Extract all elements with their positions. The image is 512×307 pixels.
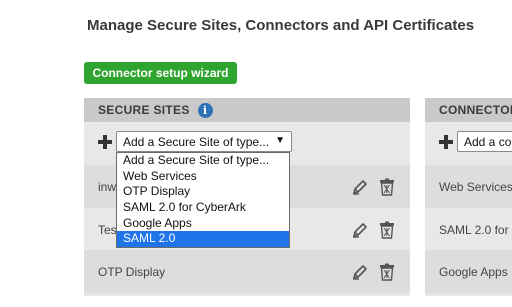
row-actions (351, 178, 396, 196)
dropdown-option-selected[interactable]: SAML 2.0 (117, 231, 289, 248)
row-actions (351, 263, 396, 281)
dropdown-option[interactable]: Web Services (117, 169, 289, 185)
dropdown-option[interactable]: OTP Display (117, 184, 289, 200)
connector-name: Google Apps (439, 264, 508, 279)
add-connector-row: Add a co (425, 126, 512, 158)
edit-pencil-icon[interactable] (351, 263, 369, 281)
connector-type-select[interactable]: Add a co (457, 131, 512, 152)
connector-type-select-value: Add a co (464, 134, 512, 149)
secure-sites-heading: SECURE SITES (98, 103, 190, 117)
page-title: Manage Secure Sites, Connectors and API … (87, 17, 475, 34)
secure-site-name: OTP Display (98, 264, 166, 279)
connectors-heading: CONNECTOR (439, 103, 512, 117)
edit-pencil-icon[interactable] (351, 178, 369, 196)
connectors-header: CONNECTOR (425, 98, 512, 122)
page-root: Manage Secure Sites, Connectors and API … (0, 0, 512, 307)
connector-row[interactable]: SAML 2.0 for (425, 208, 512, 251)
trash-icon[interactable] (378, 178, 396, 196)
secure-site-type-dropdown: Add a Secure Site of type... Web Service… (116, 152, 290, 249)
secure-site-type-select[interactable]: Add a Secure Site of type... ▼ (116, 131, 292, 152)
dropdown-option[interactable]: Google Apps (117, 216, 289, 232)
plus-icon[interactable] (439, 135, 453, 149)
connectors-panel: CONNECTOR Add a co Web Services SAML 2.0… (425, 98, 512, 296)
trash-icon[interactable] (378, 263, 396, 281)
connector-name: SAML 2.0 for (439, 222, 509, 237)
info-icon[interactable]: i (197, 102, 213, 118)
connector-row[interactable]: Web Services (425, 165, 512, 208)
dropdown-option[interactable]: SAML 2.0 for CyberArk (117, 200, 289, 216)
dropdown-option[interactable]: Add a Secure Site of type... (117, 153, 289, 169)
connector-name: Web Services (439, 179, 512, 194)
plus-icon[interactable] (98, 135, 112, 149)
chevron-down-icon: ▼ (275, 135, 285, 146)
connector-row[interactable]: Google Apps (425, 250, 512, 293)
row-actions (351, 221, 396, 239)
secure-sites-header: SECURE SITES i (84, 98, 410, 122)
secure-site-name: Tes (98, 222, 117, 237)
secure-site-name: inw (98, 179, 117, 194)
secure-site-type-select-value: Add a Secure Site of type... (123, 134, 270, 149)
edit-pencil-icon[interactable] (351, 221, 369, 239)
connector-setup-wizard-button[interactable]: Connector setup wizard (84, 62, 237, 84)
secure-site-row[interactable]: OTP Display (84, 250, 410, 293)
trash-icon[interactable] (378, 221, 396, 239)
